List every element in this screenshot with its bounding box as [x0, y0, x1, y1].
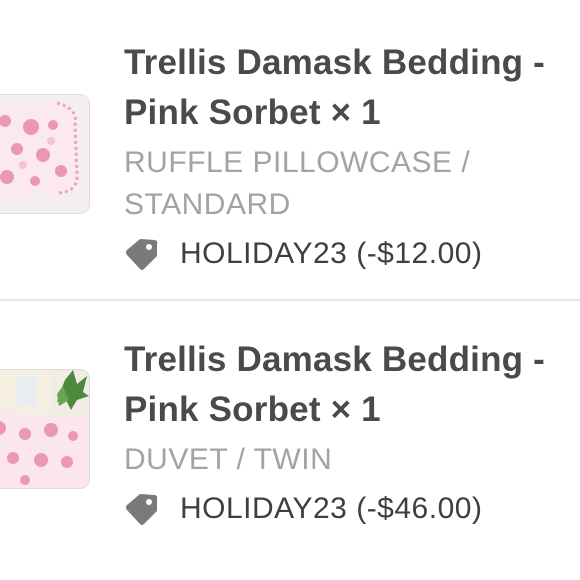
discount-amount: (-$12.00) [356, 237, 483, 270]
tag-icon [126, 494, 158, 525]
discount-code: HOLIDAY23 [180, 237, 348, 270]
discount-row: HOLIDAY23 (-$46.00) [124, 485, 574, 533]
discount-row: HOLIDAY23 (-$12.00) [124, 230, 574, 278]
pillowcase-image [0, 95, 89, 213]
product-variant: DUVET / TWIN [124, 443, 333, 476]
product-title[interactable]: Trellis Damask Bedding - Pink Sorbet × 1 [124, 38, 574, 138]
order-summary-list: Trellis Damask Bedding - Pink Sorbet × 1… [0, 0, 580, 580]
line-item: Trellis Damask Bedding - Pink Sorbet × 1… [0, 301, 580, 580]
product-thumbnail[interactable] [0, 94, 90, 214]
line-item-details: Trellis Damask Bedding - Pink Sorbet × 1… [124, 38, 574, 278]
product-title[interactable]: Trellis Damask Bedding - Pink Sorbet × 1 [124, 335, 574, 435]
discount-amount: (-$46.00) [356, 492, 483, 525]
line-item: Trellis Damask Bedding - Pink Sorbet × 1… [0, 0, 580, 300]
discount-label: HOLIDAY23 (-$46.00) [180, 492, 482, 526]
product-thumbnail[interactable] [0, 369, 90, 489]
product-variant: RUFFLE PILLOWCASE / STANDARD [124, 146, 471, 221]
discount-code: HOLIDAY23 [180, 492, 348, 525]
tag-icon [126, 239, 158, 270]
duvet-image [0, 370, 89, 488]
discount-label: HOLIDAY23 (-$12.00) [180, 237, 482, 271]
line-item-details: Trellis Damask Bedding - Pink Sorbet × 1… [124, 335, 574, 533]
